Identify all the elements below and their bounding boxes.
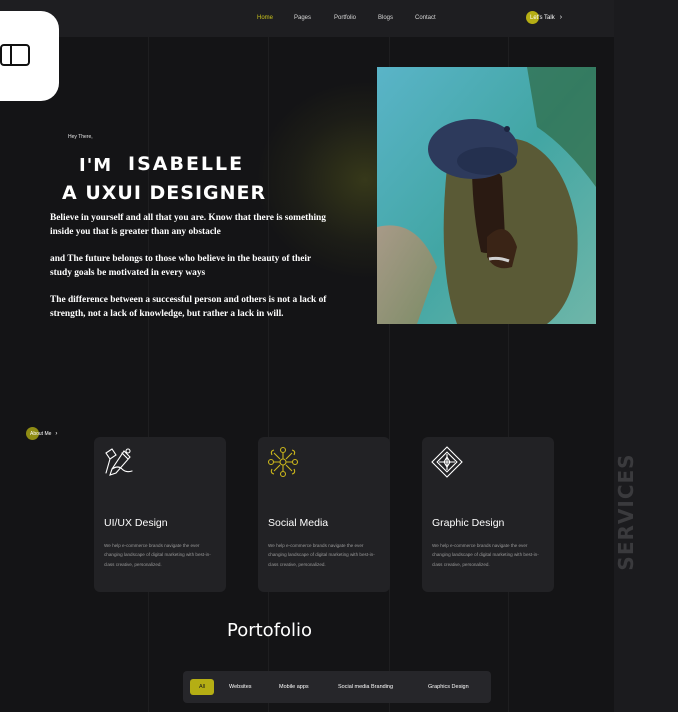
- hero-paragraph-3: The difference between a successful pers…: [50, 295, 327, 319]
- hero-photo: [377, 67, 596, 324]
- filter-all[interactable]: All: [190, 679, 214, 695]
- nav-portfolio[interactable]: Portfolio: [334, 15, 356, 21]
- social-network-icon: [267, 446, 299, 478]
- hero-paragraph-1: Believe in yourself and all that you are…: [50, 213, 326, 237]
- sidebar-toggle-button[interactable]: [0, 11, 59, 101]
- nav-blogs[interactable]: Blogs: [378, 15, 393, 21]
- lets-talk-button[interactable]: Let's Talk ›: [526, 11, 562, 24]
- hero-title-role: A UXUI DESIGNER: [62, 182, 267, 204]
- hero-title-name: ISABELLE: [128, 153, 245, 175]
- lets-talk-label: Let's Talk: [530, 14, 555, 21]
- filter-social-media-branding[interactable]: Social media Branding: [338, 671, 393, 703]
- top-navbar: Home Pages Portfolio Blogs Contact Let's…: [0, 0, 614, 37]
- filter-mobile-apps[interactable]: Mobile apps: [279, 671, 309, 703]
- service-card-social[interactable]: Social Media We help e-commerce brands n…: [258, 437, 390, 592]
- service-description: We help e-commerce brands navigate the e…: [104, 543, 211, 567]
- service-description: We help e-commerce brands navigate the e…: [432, 543, 539, 567]
- portfolio-title: Portofolio: [227, 620, 313, 641]
- hero-title-prefix: I'M: [79, 155, 113, 176]
- nav-contact[interactable]: Contact: [415, 15, 436, 21]
- service-title: Social Media: [268, 517, 329, 529]
- chevron-right-icon: ›: [559, 14, 563, 21]
- design-tools-icon: [105, 448, 133, 476]
- chevron-right-icon: ›: [55, 430, 58, 437]
- right-edge-panel: [614, 0, 678, 712]
- filter-graphics-design[interactable]: Graphics Design: [428, 671, 469, 703]
- sidebar-panel-icon: [0, 44, 30, 66]
- filter-websites[interactable]: Websites: [229, 671, 252, 703]
- service-card-graphic[interactable]: Graphic Design We help e-commerce brands…: [422, 437, 554, 592]
- about-me-link[interactable]: About Me ›: [26, 427, 57, 440]
- service-title: UI/UX Design: [104, 517, 168, 529]
- services-vertical-title: SERVICES: [614, 453, 638, 571]
- nav-home[interactable]: Home: [257, 15, 273, 21]
- hero-greeting: Hey There,: [68, 134, 93, 140]
- service-description: We help e-commerce brands navigate the e…: [268, 543, 375, 567]
- portfolio-filter-bar: All Websites Mobile apps Social media Br…: [183, 671, 491, 703]
- graphic-design-icon: [431, 446, 463, 478]
- nav-pages[interactable]: Pages: [294, 15, 311, 21]
- service-card-uiux[interactable]: UI/UX Design We help e-commerce brands n…: [94, 437, 226, 592]
- about-me-label: About Me: [30, 430, 52, 437]
- service-title: Graphic Design: [432, 517, 505, 529]
- hero-paragraph-2: and The future belongs to those who beli…: [50, 254, 311, 278]
